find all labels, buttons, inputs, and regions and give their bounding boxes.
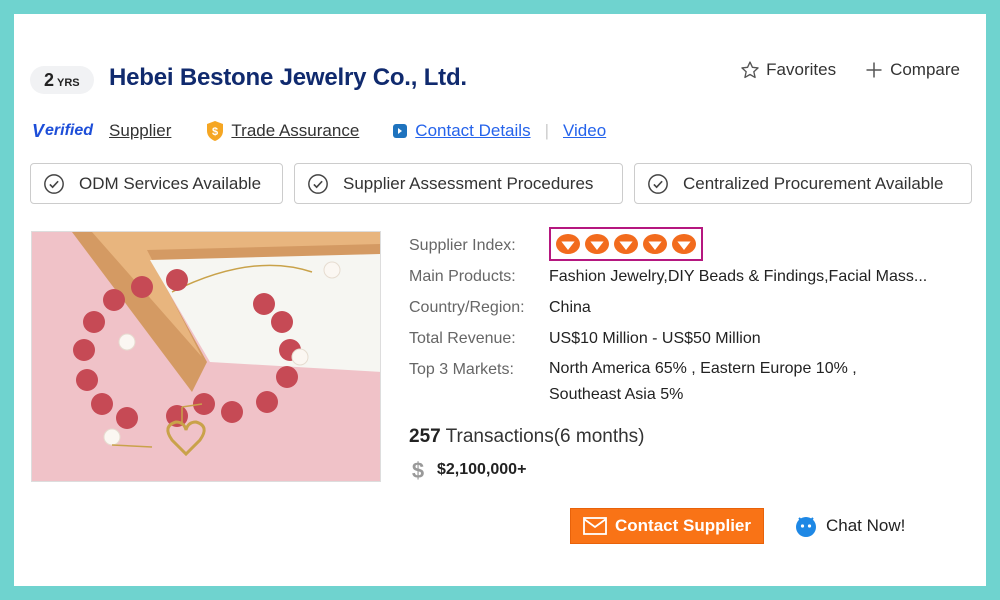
contact-supplier-button[interactable]: Contact Supplier: [570, 508, 764, 544]
divider: |: [544, 121, 549, 140]
revenue-label: Total Revenue:: [409, 330, 516, 347]
favorites-button[interactable]: Favorites: [740, 60, 836, 80]
chip-centralized-procurement[interactable]: Centralized Procurement Available: [634, 163, 972, 204]
main-products-row: Main Products: Fashion Jewelry,DIY Beads…: [409, 261, 969, 292]
check-badge-icon: [44, 173, 64, 194]
product-image[interactable]: [31, 231, 381, 482]
mail-icon: [583, 517, 607, 535]
trade-assurance-icon: $: [207, 121, 224, 141]
chat-bubble-icon: [796, 517, 816, 537]
company-name[interactable]: Hebei Bestone Jewelry Co., Ltd.: [109, 64, 467, 92]
markets-line-2: Southeast Asia 5%: [549, 386, 684, 403]
markets-label: Top 3 Markets:: [409, 361, 514, 378]
diamond-icon: [614, 234, 638, 254]
revenue-value: US$10 Million - US$50 Million: [549, 330, 761, 347]
svg-text:$: $: [212, 126, 218, 138]
transactions-text: Transactions(6 months): [440, 426, 645, 447]
chip-odm-services[interactable]: ODM Services Available: [30, 163, 283, 204]
diamond-icon: [643, 234, 667, 254]
chip-label: Supplier Assessment Procedures: [343, 173, 594, 193]
country-row: Country/Region: China: [409, 292, 969, 323]
svg-text:$: $: [412, 458, 424, 482]
country-label: Country/Region:: [409, 299, 525, 316]
video-link[interactable]: Video: [563, 121, 606, 141]
diamond-icon: [585, 234, 609, 254]
plus-icon: [866, 62, 882, 78]
verified-badge: Verified: [32, 121, 93, 142]
diamond-icon: [556, 234, 580, 254]
country-value: China: [549, 299, 591, 316]
compare-button[interactable]: Compare: [864, 60, 960, 80]
revenue-row: Total Revenue: US$10 Million - US$50 Mil…: [409, 323, 969, 354]
years-number: 2: [44, 70, 55, 90]
chat-now-label: Chat Now!: [826, 516, 906, 535]
check-badge-icon: [648, 173, 668, 194]
markets-value: North America 65% , Eastern Europe 10% ,…: [549, 354, 857, 408]
chip-assessment-procedures[interactable]: Supplier Assessment Procedures: [294, 163, 623, 204]
diamond-icon: [672, 234, 696, 254]
verified-v-icon: V: [32, 120, 45, 141]
contact-supplier-label: Contact Supplier: [614, 516, 751, 535]
trade-assurance-link[interactable]: Trade Assurance: [231, 121, 359, 141]
favorites-label: Favorites: [766, 60, 837, 79]
supplier-link[interactable]: Supplier: [109, 121, 171, 141]
compare-label: Compare: [890, 60, 960, 79]
chat-now-button[interactable]: Chat Now!: [794, 514, 905, 538]
top-actions: Favorites Compare: [740, 60, 960, 80]
dollar-icon: $: [412, 458, 424, 482]
contact-details-link[interactable]: Contact Details: [415, 121, 530, 141]
supplier-index-diamonds: [549, 227, 703, 261]
transactions-count: 257: [409, 426, 441, 447]
verified-text: erified: [45, 122, 94, 139]
supplier-index-row: Supplier Index:: [409, 227, 969, 261]
contact-details-icon: [393, 124, 408, 138]
main-products-value: Fashion Jewelry,DIY Beads & Findings,Fac…: [549, 268, 928, 285]
transaction-amount: $ $2,100,000+: [409, 458, 527, 482]
capability-chips: ODM Services Available Supplier Assessme…: [30, 163, 972, 204]
markets-row: Top 3 Markets: North America 65% , Easte…: [409, 354, 969, 408]
years-badge: 2 YRS: [30, 66, 94, 94]
check-badge-icon: [308, 173, 328, 194]
main-products-label: Main Products:: [409, 268, 516, 285]
markets-line-1: North America 65% , Eastern Europe 10% ,: [549, 360, 857, 377]
supplier-index-label: Supplier Index:: [409, 237, 516, 254]
supplier-details: Supplier Index: Main Products: Fashion J…: [409, 227, 969, 408]
star-icon: [741, 61, 759, 79]
amount-value: $2,100,000+: [437, 461, 527, 478]
transactions-summary: 257 Transactions(6 months): [409, 426, 645, 448]
chip-label: ODM Services Available: [79, 173, 262, 193]
years-unit: YRS: [57, 77, 80, 89]
supplier-links: Verified Supplier $ Trade Assurance Cont…: [32, 120, 606, 142]
chip-label: Centralized Procurement Available: [683, 173, 944, 193]
